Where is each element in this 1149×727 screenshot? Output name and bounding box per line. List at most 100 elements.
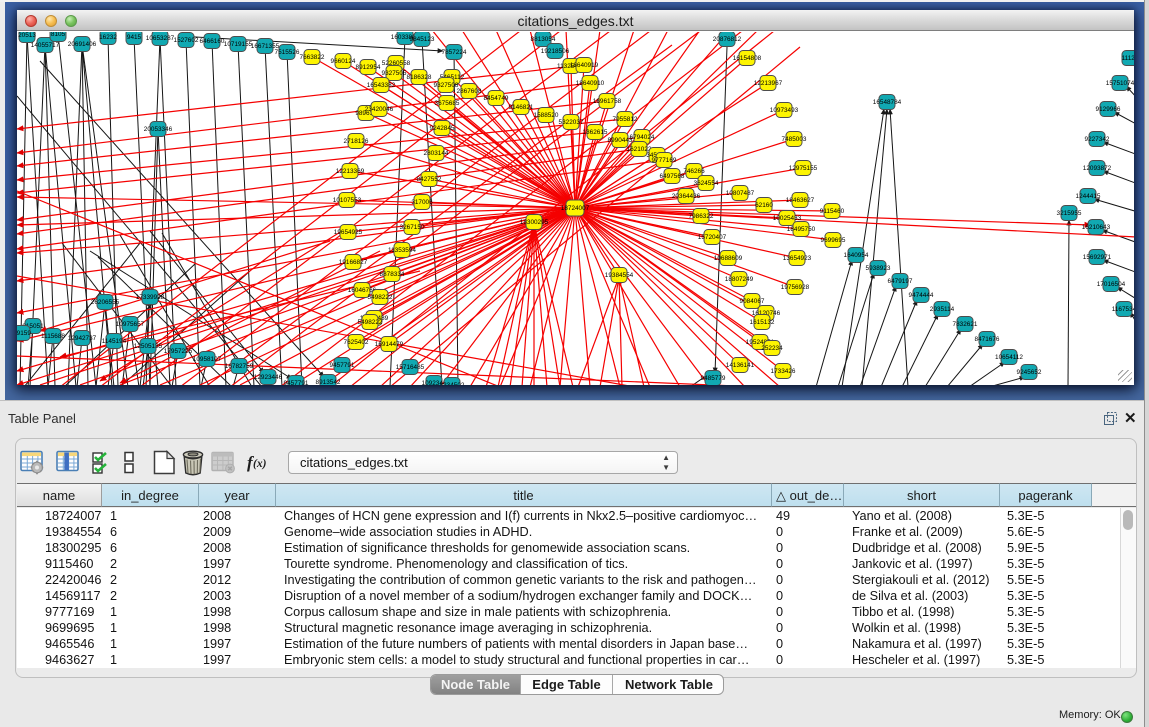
- svg-text:18640910: 18640910: [576, 80, 605, 87]
- svg-text:10973493: 10973493: [770, 107, 799, 114]
- svg-text:8912954: 8912954: [356, 64, 381, 71]
- svg-text:18807249: 18807249: [725, 276, 754, 283]
- svg-text:5498222: 5498222: [358, 319, 383, 326]
- svg-text:9660124: 9660124: [331, 58, 356, 65]
- svg-text:7515526: 7515526: [275, 49, 300, 56]
- svg-text:10975657: 10975657: [116, 321, 145, 328]
- svg-text:16543382: 16543382: [367, 82, 396, 89]
- svg-text:10807487: 10807487: [726, 190, 755, 197]
- svg-text:23420046: 23420046: [365, 106, 394, 113]
- svg-text:11123: 11123: [1122, 55, 1134, 62]
- svg-text:9699695: 9699695: [821, 237, 846, 244]
- svg-text:10654112: 10654112: [995, 354, 1023, 361]
- svg-text:12213369: 12213369: [336, 168, 365, 175]
- svg-text:20053346: 20053346: [144, 126, 173, 133]
- svg-text:10688609: 10688609: [714, 255, 743, 262]
- svg-text:12093872: 12093872: [1083, 165, 1112, 172]
- svg-text:9115460: 9115460: [820, 208, 845, 215]
- svg-text:9845123: 9845123: [410, 36, 435, 43]
- svg-text:18463627: 18463627: [786, 197, 815, 204]
- svg-text:11353594: 11353594: [388, 247, 416, 254]
- svg-text:16782759: 16782759: [225, 363, 254, 370]
- svg-text:317006: 317006: [411, 199, 433, 206]
- svg-text:13654923: 13654923: [783, 255, 812, 262]
- svg-text:17339928: 17339928: [136, 294, 165, 301]
- svg-text:1588520: 1588520: [534, 112, 559, 119]
- svg-text:7857224: 7857224: [442, 49, 467, 56]
- svg-text:20513: 20513: [18, 32, 36, 39]
- svg-text:9227342: 9227342: [1085, 136, 1110, 143]
- svg-text:16232: 16232: [99, 34, 117, 41]
- svg-text:8471676: 8471676: [975, 336, 1000, 343]
- svg-text:(x): (x): [253, 458, 267, 470]
- svg-text:9415: 9415: [127, 34, 142, 41]
- svg-text:18495750: 18495750: [787, 226, 816, 233]
- svg-text:1733426: 1733426: [771, 368, 796, 375]
- svg-text:62160: 62160: [755, 202, 773, 209]
- svg-text:10719155: 10719155: [224, 41, 253, 48]
- svg-text:9129966: 9129966: [1096, 106, 1121, 113]
- svg-text:9084067: 9084067: [740, 298, 765, 305]
- svg-text:15751074: 15751074: [1106, 80, 1134, 87]
- svg-text:12975155: 12975155: [789, 165, 818, 172]
- svg-text:1640954: 1640954: [844, 252, 869, 259]
- svg-text:9242845: 9242845: [430, 125, 455, 132]
- svg-text:1527602: 1527602: [174, 37, 199, 44]
- svg-text:3267150: 3267150: [400, 224, 425, 231]
- svg-text:6479197: 6479197: [888, 278, 913, 285]
- svg-text:8454749: 8454749: [484, 95, 509, 102]
- svg-text:3624554: 3624554: [694, 180, 719, 187]
- svg-text:16154808: 16154808: [733, 55, 762, 62]
- svg-text:6497568: 6497568: [660, 173, 685, 180]
- svg-text:8813054: 8813054: [531, 36, 556, 43]
- svg-text:8913542: 8913542: [316, 379, 341, 385]
- svg-text:1167534: 1167534: [1112, 306, 1134, 313]
- svg-text:8105: 8105: [51, 32, 66, 38]
- svg-text:16640919: 16640919: [570, 62, 599, 69]
- svg-text:2718126: 2718126: [344, 138, 369, 145]
- svg-text:16914479: 16914479: [375, 341, 404, 348]
- svg-text:1362615: 1362615: [583, 129, 608, 136]
- svg-text:19756928: 19756928: [781, 284, 810, 291]
- svg-text:10653287: 10653287: [146, 35, 175, 42]
- svg-text:9457791: 9457791: [330, 362, 355, 369]
- svg-text:10107553: 10107553: [333, 197, 362, 204]
- svg-text:7832621: 7832621: [953, 321, 978, 328]
- svg-text:14055717: 14055717: [31, 42, 60, 49]
- svg-text:18724007: 18724007: [561, 205, 590, 212]
- svg-text:15716485: 15716485: [396, 364, 425, 371]
- svg-text:9457791: 9457791: [284, 380, 309, 385]
- svg-text:1145194: 1145194: [102, 338, 127, 345]
- svg-text:9474444: 9474444: [909, 292, 934, 299]
- svg-text:17016504: 17016504: [1097, 281, 1126, 288]
- svg-text:9245652: 9245652: [1017, 369, 1042, 376]
- svg-text:15692971: 15692971: [1083, 254, 1112, 261]
- svg-text:12213967: 12213967: [754, 80, 783, 87]
- svg-text:7485003: 7485003: [782, 136, 807, 143]
- svg-text:16548784: 16548784: [873, 99, 902, 106]
- svg-text:17957225: 17957225: [164, 348, 193, 355]
- svg-text:1615132: 1615132: [750, 319, 775, 326]
- svg-text:6466160: 6466160: [200, 38, 225, 45]
- svg-text:2803144: 2803144: [424, 150, 449, 157]
- svg-text:9777169: 9777169: [652, 157, 677, 164]
- svg-text:2867608: 2867608: [457, 88, 482, 95]
- svg-text:6794024: 6794024: [630, 134, 655, 141]
- svg-text:1115688: 1115688: [41, 333, 65, 340]
- svg-text:14136141: 14136141: [726, 362, 755, 369]
- svg-text:19654925: 19654925: [334, 229, 363, 236]
- svg-text:9327508: 9327508: [434, 82, 459, 89]
- svg-text:746266: 746266: [683, 168, 705, 175]
- svg-text:8234502: 8234502: [440, 382, 465, 385]
- svg-text:20364436: 20364436: [672, 193, 701, 200]
- svg-text:15720407: 15720407: [698, 234, 727, 241]
- svg-text:12923446: 12923446: [254, 374, 283, 381]
- svg-text:19218506: 19218506: [541, 48, 570, 55]
- svg-text:19166827: 19166827: [339, 259, 368, 266]
- svg-text:16210643: 16210643: [1082, 224, 1111, 231]
- svg-text:8878334: 8878334: [380, 271, 405, 278]
- svg-text:18300295: 18300295: [520, 219, 549, 226]
- svg-text:9327505: 9327505: [382, 70, 407, 77]
- svg-text:39159: 39159: [17, 330, 31, 337]
- svg-text:16961758: 16961758: [593, 98, 622, 105]
